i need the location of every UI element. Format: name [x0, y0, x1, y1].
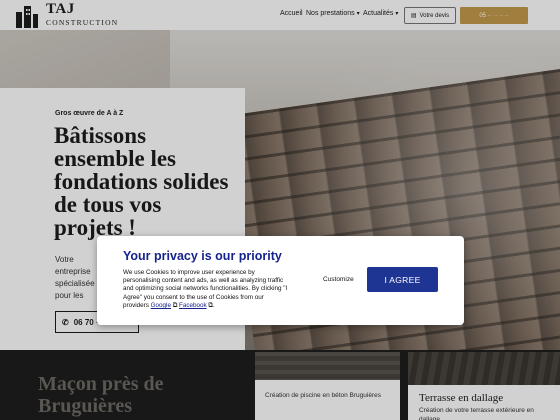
logo-name: TAJ [46, 1, 75, 17]
phone-icon: ✆ [62, 317, 69, 327]
section-title: Maçon près de Bruguières [38, 373, 164, 417]
hero-description: Votre entreprise spécialisée pour les pr… [55, 255, 95, 300]
nav-item-accueil[interactable]: Accueil [280, 10, 303, 17]
service-card-text: Création de votre terrasse extérieure en… [419, 407, 534, 420]
quote-button[interactable]: ▤ Votre devis [404, 7, 456, 24]
nav-item-label: Nos prestations [306, 10, 355, 17]
google-link[interactable]: Google [151, 302, 171, 309]
service-card-text: Création de piscine en béton Bruguières [265, 392, 381, 399]
facebook-link[interactable]: Facebook [179, 302, 207, 309]
site-logo[interactable]: TAJ CONSTRUCTION [14, 1, 117, 28]
chevron-down-icon: ▾ [395, 11, 399, 17]
privacy-period: . [212, 301, 215, 309]
quote-button-label: Votre devis [419, 12, 450, 19]
agree-button[interactable]: I AGREE [367, 267, 438, 292]
site-header: TAJ CONSTRUCTION Accueil Nos prestations… [0, 0, 560, 30]
nav-item-label: Actualités [363, 10, 394, 17]
service-card-piscine[interactable]: Création de piscine en béton Bruguières [255, 352, 400, 420]
nav-item-actualites[interactable]: Actualités ▾ [363, 10, 398, 17]
service-panel [255, 380, 400, 420]
nav-item-prestations[interactable]: Nos prestations ▾ [306, 10, 360, 17]
service-image [255, 352, 400, 382]
hero-eyebrow: Gros œuvre de A à Z [55, 110, 124, 117]
privacy-modal: Your privacy is our priority We use Cook… [97, 236, 464, 325]
privacy-text: We use Cookies to improve user experienc… [123, 269, 291, 310]
document-icon: ▤ [410, 13, 417, 19]
privacy-title: Your privacy is our priority [123, 249, 282, 263]
customize-button[interactable]: Customize [323, 276, 354, 283]
logo-subtitle: CONSTRUCTION [46, 18, 119, 27]
external-link-icon: ⧉ [170, 301, 179, 309]
service-image [408, 352, 560, 387]
chevron-down-icon: ▾ [356, 11, 360, 17]
building-logo-icon [16, 6, 38, 28]
call-button[interactable]: 05 ·· ·· ·· ·· [460, 7, 528, 24]
hero-title: Bâtissons ensemble les fondations solide… [54, 123, 229, 240]
service-card-title: Terrasse en dallage [419, 392, 504, 404]
service-card-terrasse[interactable]: Terrasse en dallage Création de votre te… [408, 352, 560, 420]
